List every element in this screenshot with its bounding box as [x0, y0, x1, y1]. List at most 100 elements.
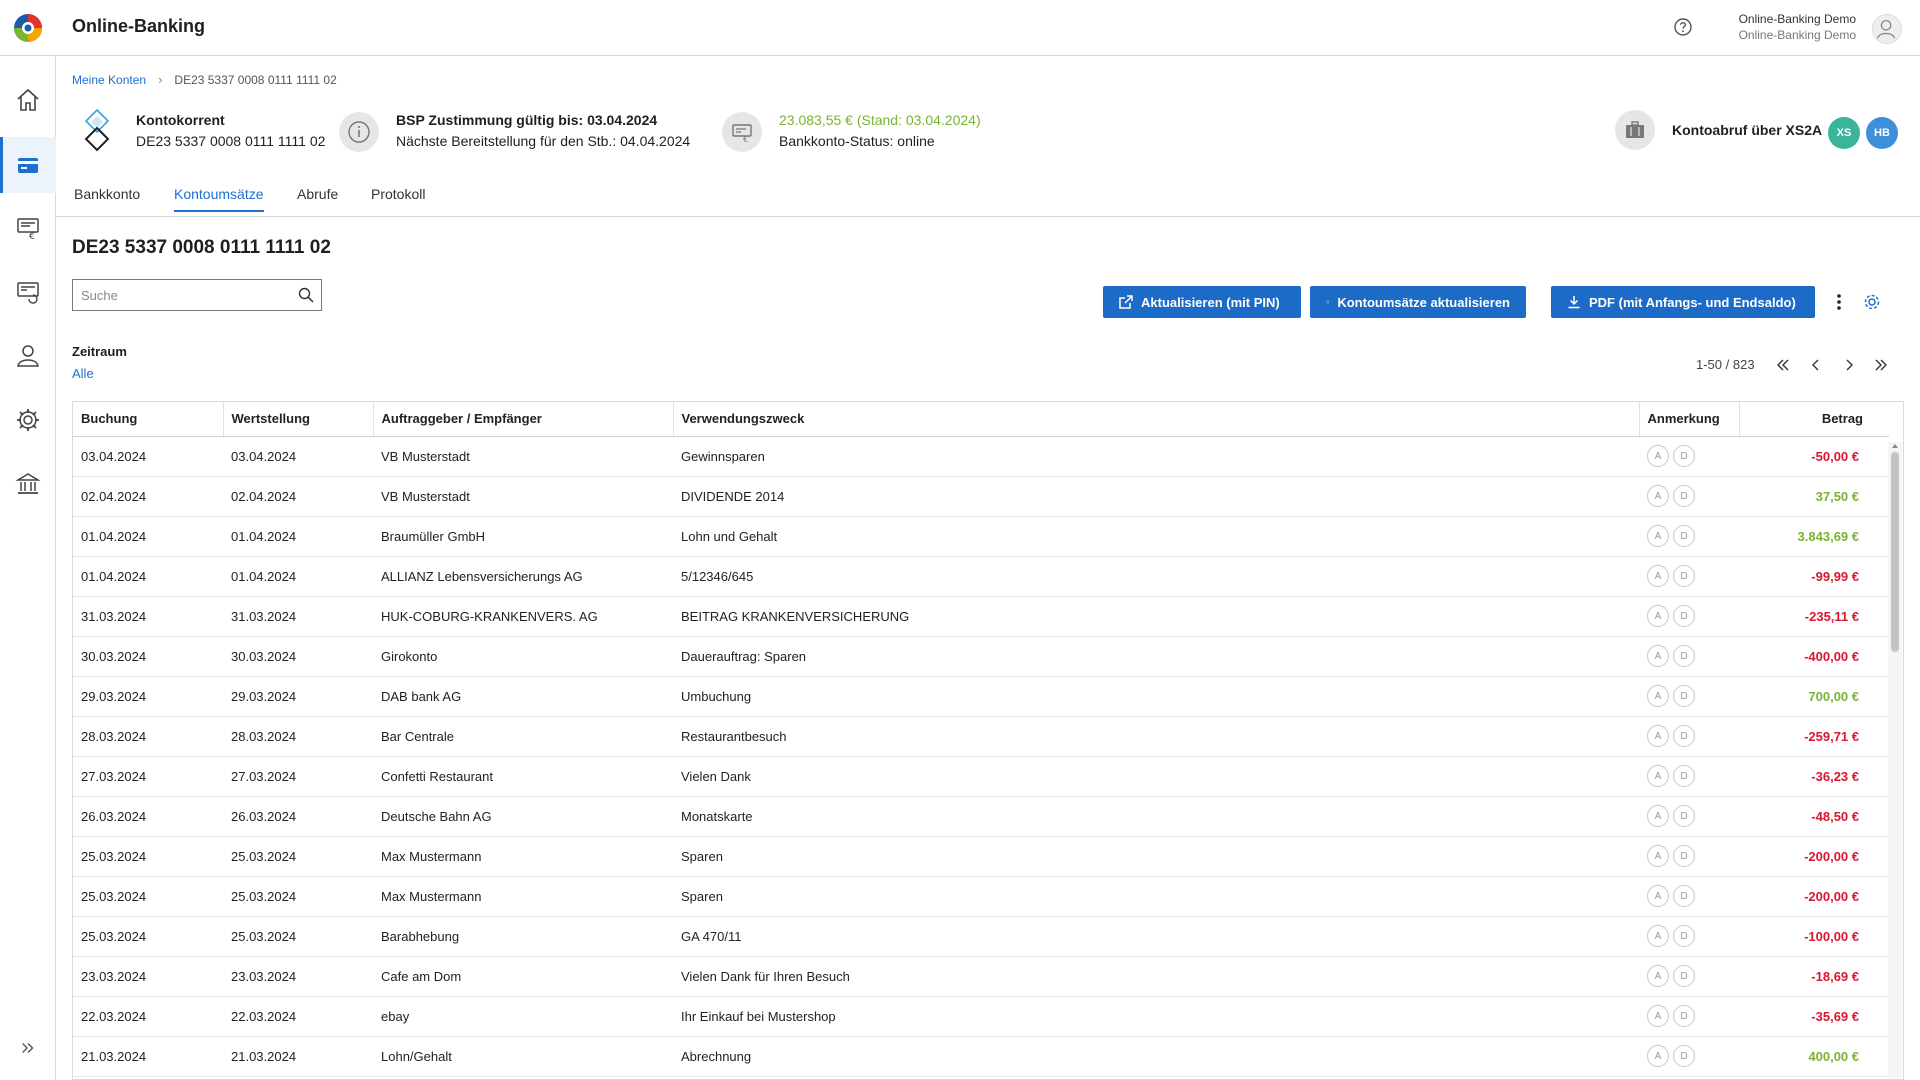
amount-cell: 3.843,69 €: [1739, 516, 1889, 557]
badge-xs[interactable]: XS: [1828, 117, 1860, 149]
table-row[interactable]: 31.03.2024 31.03.2024 HUK-COBURG-KRANKENVE…: [73, 596, 1889, 637]
sidebar-item-transfers[interactable]: €: [0, 200, 56, 256]
note-d-button[interactable]: D: [1673, 685, 1695, 707]
note-cell: AD: [1639, 476, 1739, 517]
bank-logo-icon[interactable]: [13, 13, 43, 43]
note-a-button[interactable]: A: [1647, 845, 1669, 867]
last-page-button[interactable]: [1870, 354, 1892, 376]
note-a-button[interactable]: A: [1647, 605, 1669, 627]
note-d-button[interactable]: D: [1673, 925, 1695, 947]
table-row[interactable]: 27.03.2024 27.03.2024 Confetti Restaurant V…: [73, 756, 1889, 797]
note-cell: AD: [1639, 716, 1739, 757]
purpose-cell: 5/12346/645: [673, 556, 1639, 597]
note-a-button[interactable]: A: [1647, 805, 1669, 827]
note-a-button[interactable]: A: [1647, 925, 1669, 947]
search-field[interactable]: [72, 279, 322, 311]
note-d-button[interactable]: D: [1673, 725, 1695, 747]
expand-sidebar-button[interactable]: [0, 1030, 56, 1066]
tab-abrufe[interactable]: Abrufe: [297, 186, 338, 210]
note-d-button[interactable]: D: [1673, 845, 1695, 867]
search-icon[interactable]: [298, 287, 314, 303]
table-row[interactable]: 03.04.2024 03.04.2024 VB Musterstadt Gewinn…: [73, 436, 1889, 477]
scroll-up-icon[interactable]: [1891, 442, 1899, 450]
table-settings-icon[interactable]: [1862, 292, 1882, 312]
note-a-button[interactable]: A: [1647, 685, 1669, 707]
more-vertical-icon[interactable]: [1829, 292, 1849, 312]
tab-protokoll[interactable]: Protokoll: [371, 186, 425, 210]
table-row[interactable]: 02.04.2024 02.04.2024 VB Musterstadt DIVIDE…: [73, 476, 1889, 517]
note-d-button[interactable]: D: [1673, 525, 1695, 547]
table-row[interactable]: 25.03.2024 25.03.2024 Barabhebung GA 470/11…: [73, 916, 1889, 957]
note-a-button[interactable]: A: [1647, 1005, 1669, 1027]
table-row[interactable]: 01.04.2024 01.04.2024 Braumüller GmbH Lohn …: [73, 516, 1889, 557]
sidebar-item-settings[interactable]: [0, 392, 56, 448]
purpose-cell: BEITRAG KRANKENVERSICHERUNG: [673, 596, 1639, 637]
note-d-button[interactable]: D: [1673, 885, 1695, 907]
first-page-button[interactable]: [1772, 354, 1794, 376]
counterparty-cell: DAB bank AG: [373, 676, 673, 717]
tab-bankkonto[interactable]: Bankkonto: [74, 186, 140, 210]
help-icon[interactable]: [1673, 17, 1693, 37]
column-header-note[interactable]: Anmerkung: [1639, 402, 1740, 437]
column-header-amount[interactable]: Betrag: [1739, 402, 1889, 437]
period-filter[interactable]: Alle: [72, 366, 94, 381]
note-d-button[interactable]: D: [1673, 645, 1695, 667]
note-d-button[interactable]: D: [1673, 765, 1695, 787]
table-row[interactable]: 22.03.2024 22.03.2024 ebay Ihr Einkauf bei …: [73, 996, 1889, 1037]
sidebar-item-standing-orders[interactable]: [0, 264, 56, 320]
table-row[interactable]: 28.03.2024 28.03.2024 Bar Centrale Restaura…: [73, 716, 1889, 757]
update-with-pin-button[interactable]: Aktualisieren (mit PIN): [1103, 286, 1301, 318]
table-row[interactable]: 25.03.2024 25.03.2024 Max Mustermann Sparen…: [73, 836, 1889, 877]
note-d-button[interactable]: D: [1673, 605, 1695, 627]
table-row[interactable]: 23.03.2024 23.03.2024 Cafe am Dom Vielen Da…: [73, 956, 1889, 997]
table-row[interactable]: 01.04.2024 01.04.2024 ALLIANZ Lebensversic…: [73, 556, 1889, 597]
note-a-button[interactable]: A: [1647, 725, 1669, 747]
tab-kontoumsaetze[interactable]: Kontoumsätze: [174, 186, 264, 212]
search-input[interactable]: [73, 280, 283, 310]
note-a-button[interactable]: A: [1647, 565, 1669, 587]
table-row[interactable]: 21.03.2024 21.03.2024 Lohn/Gehalt Abrechnun…: [73, 1036, 1889, 1077]
note-a-button[interactable]: A: [1647, 1045, 1669, 1067]
note-d-button[interactable]: D: [1673, 1045, 1695, 1067]
sidebar-item-bank[interactable]: [0, 456, 56, 512]
column-header-wertstellung[interactable]: Wertstellung: [223, 402, 374, 437]
note-a-button[interactable]: A: [1647, 485, 1669, 507]
note-a-button[interactable]: A: [1647, 965, 1669, 987]
note-a-button[interactable]: A: [1647, 525, 1669, 547]
update-transactions-button[interactable]: Kontoumsätze aktualisieren: [1310, 286, 1526, 318]
user-info[interactable]: Online-Banking Demo Online-Banking Demo: [1739, 11, 1856, 43]
note-d-button[interactable]: D: [1673, 445, 1695, 467]
note-d-button[interactable]: D: [1673, 1005, 1695, 1027]
sidebar-item-users[interactable]: [0, 328, 56, 384]
note-a-button[interactable]: A: [1647, 645, 1669, 667]
table-row[interactable]: 25.03.2024 25.03.2024 Max Mustermann Sparen…: [73, 876, 1889, 917]
note-d-button[interactable]: D: [1673, 965, 1695, 987]
badge-hb[interactable]: HB: [1866, 117, 1898, 149]
breadcrumb-link-accounts[interactable]: Meine Konten: [72, 73, 146, 87]
table-row[interactable]: 29.03.2024 29.03.2024 DAB bank AG Umbuchung…: [73, 676, 1889, 717]
scrollbar-thumb[interactable]: [1891, 452, 1899, 652]
next-page-button[interactable]: [1838, 354, 1860, 376]
column-header-buchung[interactable]: Buchung: [73, 402, 224, 437]
amount-cell: -200,00 €: [1739, 876, 1889, 917]
table-scrollbar[interactable]: [1888, 442, 1902, 1078]
note-a-button[interactable]: A: [1647, 765, 1669, 787]
note-d-button[interactable]: D: [1673, 565, 1695, 587]
amount-cell: -35,69 €: [1739, 996, 1889, 1037]
sidebar-item-accounts[interactable]: [0, 137, 56, 193]
previous-page-button[interactable]: [1805, 354, 1827, 376]
table-row[interactable]: 26.03.2024 26.03.2024 Deutsche Bahn AG Mona…: [73, 796, 1889, 837]
table-row[interactable]: 30.03.2024 30.03.2024 Girokonto Dauerauftra…: [73, 636, 1889, 677]
note-a-button[interactable]: A: [1647, 885, 1669, 907]
column-header-purpose[interactable]: Verwendungszweck: [673, 402, 1640, 437]
column-header-counterparty[interactable]: Auftraggeber / Empfänger: [373, 402, 674, 437]
note-a-button[interactable]: A: [1647, 445, 1669, 467]
money-icon: €: [732, 124, 752, 144]
sidebar-item-home[interactable]: [0, 72, 56, 128]
avatar[interactable]: [1872, 14, 1902, 44]
booking-date-cell: 30.03.2024: [73, 636, 223, 677]
note-d-button[interactable]: D: [1673, 805, 1695, 827]
note-d-button[interactable]: D: [1673, 485, 1695, 507]
user-icon: [17, 345, 39, 367]
pdf-export-button[interactable]: PDF (mit Anfangs- und Endsaldo): [1551, 286, 1815, 318]
